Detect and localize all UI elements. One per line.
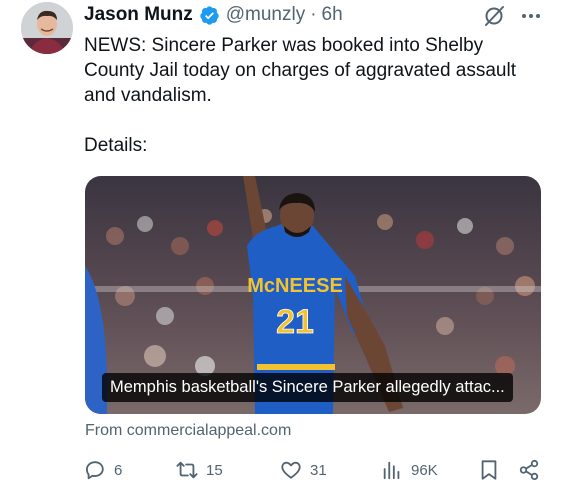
bookmark-icon (481, 460, 497, 480)
reply-icon (86, 461, 104, 480)
display-name[interactable]: Jason Munz (84, 4, 193, 26)
share-icon (519, 459, 539, 481)
action-bar: 6 15 31 96K (84, 455, 544, 485)
tweet-paragraph-1: NEWS: Sincere Parker was booked into She… (84, 35, 516, 106)
tweet-header: Jason Munz @munzly · 6h (84, 3, 343, 27)
link-card[interactable]: McNEESE 21 Memphis basketball's Sincere … (85, 176, 541, 414)
jersey-number: 21 (276, 303, 314, 341)
separator-dot: · (310, 4, 317, 25)
timestamp[interactable]: 6h (322, 4, 343, 26)
grok-icon[interactable] (482, 4, 506, 28)
like-count: 31 (310, 461, 327, 479)
like-icon (281, 461, 301, 479)
repost-count: 15 (206, 461, 223, 479)
tweet-text: NEWS: Sincere Parker was booked into She… (84, 33, 546, 158)
views-button[interactable]: 96K (381, 455, 438, 485)
avatar[interactable] (21, 2, 73, 54)
share-button[interactable] (518, 455, 540, 485)
repost-button[interactable]: 15 (176, 455, 223, 485)
card-caption[interactable]: Memphis basketball's Sincere Parker alle… (102, 373, 513, 402)
bookmark-button[interactable] (478, 455, 500, 485)
more-icon[interactable] (519, 4, 543, 28)
views-count: 96K (411, 461, 438, 479)
reply-button[interactable]: 6 (84, 455, 122, 485)
like-button[interactable]: 31 (280, 455, 327, 485)
jersey-text: McNEESE (247, 275, 343, 297)
reply-count: 6 (114, 461, 123, 479)
handle[interactable]: @munzly (226, 4, 305, 26)
tweet-paragraph-2: Details: (84, 135, 148, 156)
repost-icon (176, 461, 198, 479)
views-icon (383, 461, 400, 480)
card-source[interactable]: From commercialappeal.com (85, 422, 291, 440)
verified-badge-icon (200, 5, 219, 25)
tweet[interactable]: Jason Munz @munzly · 6h NEWS: Sincere Pa… (0, 0, 563, 500)
